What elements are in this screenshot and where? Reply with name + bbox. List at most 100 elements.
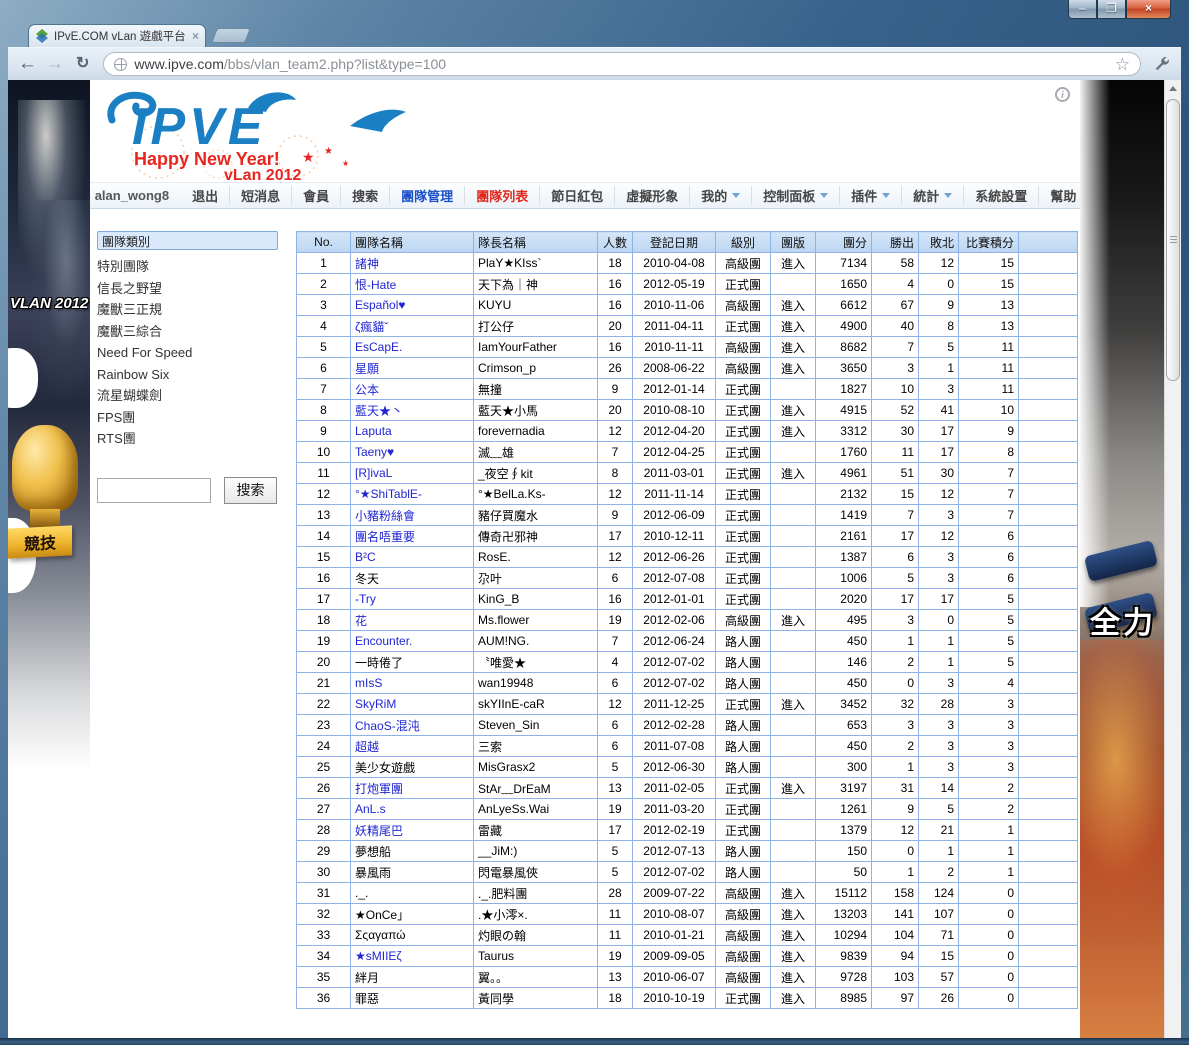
team-link[interactable]: 冬天 — [355, 572, 379, 586]
team-link[interactable]: 罪惡 — [355, 992, 379, 1006]
enter-board-link[interactable]: 進入 — [781, 698, 805, 712]
team-link[interactable]: 藍天★丶 — [355, 404, 403, 418]
bookmark-star-icon[interactable]: ☆ — [1115, 56, 1130, 73]
search-button[interactable]: 搜索 — [224, 477, 277, 504]
nav-item-短消息[interactable]: 短消息 — [229, 186, 291, 205]
scrollbar-up-arrow[interactable] — [1165, 80, 1181, 97]
sidebar-item-魔獸三綜合[interactable]: 魔獸三綜合 — [97, 321, 286, 343]
table-row: 8藍天★丶藍天★小馬202010-08-10正式團進入4915524110 — [297, 400, 1078, 421]
nav-item-系統設置[interactable]: 系統設置 — [963, 186, 1038, 205]
close-window-button[interactable]: × — [1126, 0, 1171, 19]
enter-board-link[interactable]: 進入 — [781, 404, 805, 418]
team-link[interactable]: B²C — [355, 550, 376, 564]
browser-tab[interactable]: IPvE.COM vLan 遊戲平台 × — [28, 24, 206, 47]
enter-board-link[interactable]: 進入 — [781, 425, 805, 439]
new-tab-button[interactable] — [211, 28, 251, 43]
team-link[interactable]: mIsS — [355, 676, 382, 690]
match-points: 11 — [959, 358, 1019, 379]
nav-item-插件[interactable]: 插件 — [839, 186, 901, 205]
team-link[interactable]: 夢想船 — [355, 845, 391, 859]
sidebar-item-FPS團[interactable]: FPS團 — [97, 407, 286, 429]
team-link[interactable]: Laputa — [355, 424, 392, 438]
info-icon[interactable]: i — [1055, 87, 1070, 102]
enter-board-link[interactable]: 進入 — [781, 362, 805, 376]
team-link[interactable]: 妖精尾巴 — [355, 824, 403, 838]
nav-item-我的[interactable]: 我的 — [689, 186, 751, 205]
nav-item-退出[interactable]: 退出 — [181, 186, 229, 205]
minimize-button[interactable]: – — [1068, 0, 1097, 19]
team-level: 高級團 — [716, 337, 771, 358]
sidebar-item-Rainbow Six[interactable]: Rainbow Six — [97, 364, 286, 386]
team-link[interactable]: SkyRiM — [355, 697, 396, 711]
team-link[interactable]: ChaoS-混沌 — [355, 719, 420, 733]
team-link[interactable]: ζ瘋貓ˇ — [355, 320, 388, 334]
enter-board-link[interactable]: 進入 — [781, 950, 805, 964]
team-link[interactable]: 暴風雨 — [355, 866, 391, 880]
nav-item-團隊列表[interactable]: 團隊列表 — [464, 186, 539, 205]
team-link[interactable]: 星願 — [355, 362, 379, 376]
sidebar-item-特別團隊[interactable]: 特別團隊 — [97, 256, 286, 278]
team-link[interactable]: 打炮軍團 — [355, 782, 403, 796]
scrollbar-thumb[interactable] — [1166, 99, 1180, 381]
team-link[interactable]: Taeny♥ — [355, 445, 394, 459]
team-link[interactable]: -Try — [355, 592, 376, 606]
forward-icon[interactable]: → — [45, 54, 64, 74]
url-bar[interactable]: www.ipve.com/bbs/vlan_team2.php?list&typ… — [103, 52, 1141, 76]
back-icon[interactable]: ← — [18, 54, 37, 74]
team-link[interactable]: ★sMIIEζ — [355, 949, 402, 963]
nav-item-搜索[interactable]: 搜索 — [340, 186, 389, 205]
team-link[interactable]: 公本 — [355, 383, 379, 397]
nav-item-統計[interactable]: 統計 — [901, 186, 963, 205]
nav-item-幫助[interactable]: 幫助 — [1038, 186, 1080, 205]
team-link[interactable]: 恨-Hate — [355, 278, 396, 292]
enter-board-link[interactable]: 進入 — [781, 257, 805, 271]
team-link[interactable]: °★ShiTablE- — [355, 487, 422, 501]
enter-board-link[interactable]: 進入 — [781, 341, 805, 355]
nav-item-控制面板[interactable]: 控制面板 — [751, 186, 839, 205]
team-link[interactable]: ._. — [355, 886, 368, 900]
reload-icon[interactable]: ↻ — [76, 54, 89, 74]
tab-close-icon[interactable]: × — [192, 31, 199, 41]
team-link[interactable]: 花 — [355, 614, 367, 628]
team-link[interactable]: Σςαγαπώ — [355, 928, 406, 942]
team-link[interactable]: ★OnCe」 — [355, 908, 409, 922]
team-link[interactable]: 諸神 — [355, 257, 379, 271]
site-logo[interactable]: IPVE Happy New Year! vLan 2012 ★ ★ ★ — [98, 86, 428, 182]
enter-board-link[interactable]: 進入 — [781, 992, 805, 1006]
nav-item-節日紅包[interactable]: 節日紅包 — [539, 186, 614, 205]
team-link[interactable]: 超越 — [355, 740, 379, 754]
team-link[interactable]: Español♥ — [355, 298, 406, 312]
team-link[interactable]: 小豬粉絲會 — [355, 509, 415, 523]
team-link[interactable]: EsCapE. — [355, 340, 402, 354]
search-input[interactable] — [97, 478, 211, 503]
enter-board-link[interactable]: 進入 — [781, 467, 805, 481]
team-link[interactable]: Encounter. — [355, 634, 412, 648]
enter-board-link[interactable]: 進入 — [781, 614, 805, 628]
wrench-menu-icon[interactable] — [1153, 55, 1171, 73]
nav-item-會員[interactable]: 會員 — [291, 186, 340, 205]
enter-board-link[interactable]: 進入 — [781, 299, 805, 313]
team-link[interactable]: [R]ivaL — [355, 466, 392, 480]
sidebar-item-魔獸三正規[interactable]: 魔獸三正規 — [97, 299, 286, 321]
enter-board-link[interactable]: 進入 — [781, 320, 805, 334]
match-points: 2 — [959, 778, 1019, 799]
url-text[interactable]: www.ipve.com/bbs/vlan_team2.php?list&typ… — [134, 56, 1107, 72]
enter-board-link[interactable]: 進入 — [781, 929, 805, 943]
enter-board-link[interactable]: 進入 — [781, 908, 805, 922]
nav-item-團隊管理[interactable]: 團隊管理 — [389, 186, 464, 205]
nav-item-虛擬形象[interactable]: 虛擬形象 — [614, 186, 689, 205]
enter-board-link[interactable]: 進入 — [781, 887, 805, 901]
team-link[interactable]: 美少女遊戲 — [355, 761, 415, 775]
sidebar-item-Need For Speed[interactable]: Need For Speed — [97, 342, 286, 364]
sidebar-item-信長之野望[interactable]: 信長之野望 — [97, 278, 286, 300]
sidebar-item-RTS團[interactable]: RTS團 — [97, 428, 286, 450]
enter-board-link[interactable]: 進入 — [781, 971, 805, 985]
enter-board-link[interactable]: 進入 — [781, 782, 805, 796]
team-link[interactable]: 一時倦了 — [355, 656, 403, 670]
team-link[interactable]: 團名唔重要 — [355, 530, 415, 544]
team-link[interactable]: AnL.s — [355, 802, 386, 816]
team-link[interactable]: 絆月 — [355, 971, 379, 985]
sidebar-item-流星蝴蝶劍[interactable]: 流星蝴蝶劍 — [97, 385, 286, 407]
maximize-button[interactable]: ❐ — [1097, 0, 1126, 19]
page-scrollbar[interactable] — [1164, 80, 1181, 1038]
